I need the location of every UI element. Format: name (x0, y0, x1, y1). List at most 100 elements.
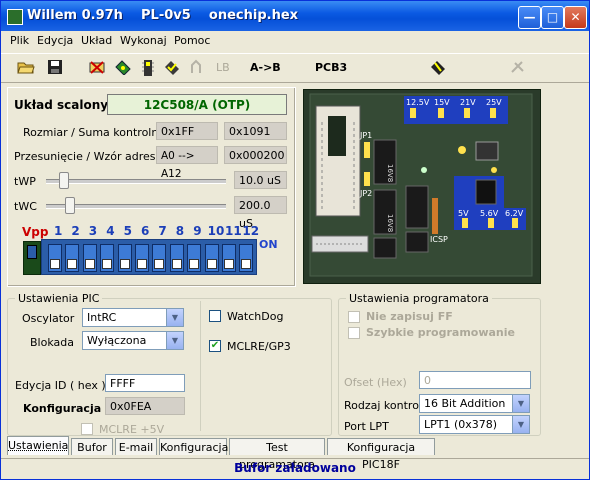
chip-name-field[interactable]: 12C508/A (OTP) (107, 94, 287, 115)
dip-number-3: 3 (88, 224, 98, 238)
dip-number-6: 6 (141, 224, 150, 238)
tab-konfiguracja[interactable]: Konfiguracja (159, 438, 228, 455)
menu-pomoc[interactable]: Pomoc (174, 34, 210, 47)
dip-number-7: 7 (158, 224, 167, 238)
lpt-port-label: Port LPT (344, 420, 389, 433)
blank-check-icon-disabled[interactable] (188, 59, 206, 76)
pcb-board-image: 16V8 16V8 JP1 JP2 12.5V 15V 21V 25V 5V 5.6V 6… (303, 89, 541, 284)
vpp-label: Vpp (22, 225, 49, 239)
menu-plik[interactable]: Plik (10, 34, 29, 47)
dip-switch-knob (189, 259, 200, 269)
watchdog-checkbox[interactable] (209, 310, 221, 322)
chevron-down-icon[interactable]: ▼ (512, 395, 529, 412)
dip-switch-knob (137, 259, 147, 269)
tab-konfiguracja-pic18f[interactable]: Konfiguracja PIC18F (327, 438, 435, 471)
twc-slider-thumb[interactable] (65, 197, 75, 214)
mclre-checkbox[interactable]: ✔ (209, 340, 221, 352)
config-value-field: 0x0FEA (105, 397, 185, 415)
auto-program-icon[interactable] (429, 59, 447, 76)
dip-switch-knob (154, 259, 165, 269)
dip-switch-7[interactable] (152, 244, 167, 272)
icsp-label: ICSP (430, 235, 448, 244)
dip-switch-8[interactable] (169, 244, 184, 272)
lock-value: Wyłączona (87, 334, 147, 347)
vpp-switch[interactable] (23, 241, 41, 275)
verify-chip-icon[interactable] (163, 59, 181, 76)
id-edit-input[interactable]: FFFF (105, 374, 185, 392)
dip-number-11: 11 (225, 224, 242, 238)
title-bar[interactable]: Willem 0.97h PL-0v5 onechip.hex — □ ✕ (1, 1, 589, 31)
size-checksum-label: Rozmiar / Suma kontrolna (23, 126, 166, 139)
status-bar: Bufor załadowano (1, 458, 589, 478)
open-folder-icon[interactable] (17, 59, 35, 76)
erase-chip-icon[interactable] (88, 59, 106, 76)
dip-switch-6[interactable] (135, 244, 149, 272)
menu-uklad[interactable]: Układ (81, 34, 112, 47)
tab-ustawienia[interactable]: Ustawienia (7, 436, 69, 455)
dip-switch-knob (50, 259, 60, 269)
lpt-port-select[interactable]: LPT1 (0x378) ▼ (419, 415, 530, 434)
chevron-down-icon[interactable]: ▼ (166, 309, 183, 326)
size-field: 0x1FF (156, 122, 218, 140)
dip-number-9: 9 (193, 224, 202, 238)
chevron-down-icon[interactable]: ▼ (166, 332, 183, 349)
dip-on-label: ON (259, 238, 278, 251)
dip-switch-2[interactable] (65, 244, 80, 272)
watchdog-label: WatchDog (227, 310, 284, 323)
control-type-select[interactable]: 16 Bit Addition ▼ (419, 394, 530, 413)
twp-slider-thumb[interactable] (59, 172, 69, 189)
dip-switch-9[interactable] (187, 244, 202, 272)
twc-value: 200.0 uS (234, 196, 287, 230)
tab-email[interactable]: E-mail (115, 438, 157, 455)
dip-switch-3[interactable] (82, 244, 97, 272)
cancel-operation-icon-disabled[interactable] (509, 59, 527, 76)
dip-switch-1[interactable] (48, 244, 62, 272)
id-edit-label: Edycja ID ( hex ) (15, 379, 106, 392)
save-disk-icon[interactable] (46, 59, 64, 76)
tab-bufor[interactable]: Bufor (71, 438, 113, 455)
dip-switch-knob (206, 259, 217, 269)
pcb-voltage-bottom-label: 5V (458, 209, 469, 218)
jp1-label: JP1 (359, 131, 372, 140)
tab-test-programatora[interactable]: Test programatora (229, 438, 325, 471)
lock-select[interactable]: Wyłączona ▼ (82, 331, 184, 350)
pcb-version-button[interactable]: PCB3 (315, 61, 347, 74)
menu-wykonaj[interactable]: Wykonaj (120, 34, 167, 47)
dip-switch-knob (102, 259, 113, 269)
close-button[interactable]: ✕ (564, 6, 587, 29)
chevron-down-icon[interactable]: ▼ (512, 416, 529, 433)
address-pattern-field: 0x000200 (224, 146, 287, 164)
dip-switch-knob (84, 259, 95, 269)
dip-switch-knob (67, 259, 78, 269)
dip-number-2: 2 (71, 224, 80, 238)
fast-program-checkbox[interactable] (348, 327, 360, 339)
control-type-label: Rodzaj kontroli (344, 399, 426, 412)
lock-bits-button[interactable]: LB (216, 61, 230, 74)
menu-edycja[interactable]: Edycja (37, 34, 73, 47)
minimize-button[interactable]: — (518, 6, 541, 29)
mclre5-checkbox[interactable] (81, 423, 93, 435)
offset-input[interactable]: 0 (419, 371, 531, 389)
read-chip-icon[interactable] (114, 59, 132, 76)
programmer-settings-title: Ustawienia programatora (346, 292, 492, 305)
dip-switch-4[interactable] (100, 244, 115, 272)
shift-field: A0 --> A12 (156, 146, 218, 180)
dip-number-5: 5 (123, 224, 132, 238)
dip-switch-5[interactable] (117, 244, 132, 272)
control-type-value: 16 Bit Addition (424, 397, 506, 410)
chip-program-icon[interactable] (139, 59, 157, 76)
jp2-label: JP2 (359, 189, 372, 198)
a-to-b-button[interactable]: A->B (250, 61, 281, 74)
window-title: Willem 0.97h PL-0v5 onechip.hex (27, 8, 299, 23)
maximize-button[interactable]: □ (541, 6, 564, 29)
shift-pattern-label: Przesunięcie / Wzór adresu (14, 150, 163, 163)
oscillator-select[interactable]: IntRC ▼ (82, 308, 184, 327)
app-icon[interactable] (7, 9, 23, 25)
dip-switch-12[interactable] (239, 244, 254, 272)
toolbar: LB A->B PCB3 (1, 53, 589, 83)
twp-value: 10.0 uS (234, 171, 287, 189)
no-write-ff-checkbox[interactable] (348, 311, 360, 323)
twp-slider-track[interactable] (46, 179, 226, 184)
dip-switch-11[interactable] (222, 244, 236, 272)
dip-switch-10[interactable] (204, 244, 219, 272)
